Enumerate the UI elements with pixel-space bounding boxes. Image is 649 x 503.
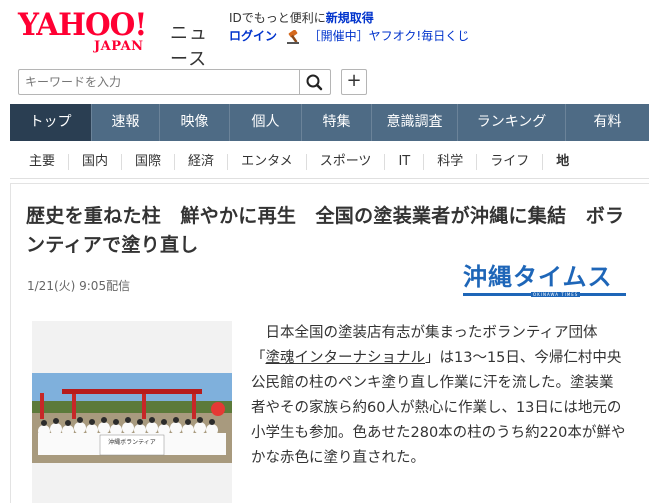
article-container: 歴史を重ねた柱 鮮やかに再生 全国の塗装業者が沖縄に集結 ボランティアで塗り直し…	[10, 183, 649, 503]
yahoo-news-logo[interactable]: YAHOO! JAPAN ニュース	[18, 7, 218, 70]
article-paragraph: 日本全国の塗装店有志が集まったボランティア団体「塗魂インターナショナル」は13～…	[251, 321, 626, 471]
tab-breaking[interactable]: 速報	[92, 104, 160, 141]
category-local[interactable]: 地	[542, 154, 582, 170]
category-sports[interactable]: スポーツ	[305, 154, 385, 170]
tab-top[interactable]: トップ	[10, 104, 92, 141]
category-main[interactable]: 主要	[10, 154, 68, 170]
header-promo: IDでもっと便利に新規取得 ログイン ［開催中］ヤフオク!毎日くじ	[229, 10, 469, 45]
tab-paid[interactable]: 有料	[566, 104, 649, 141]
article-body: 日本全国の塗装店有志が集まったボランティア団体「塗魂インターナショナル」は13～…	[251, 321, 626, 471]
search-button[interactable]	[299, 69, 331, 95]
source-logo[interactable]: 沖縄タイムス OKINAWA TIMES	[463, 262, 626, 300]
main-nav: トップ 速報 映像 個人 特集 意識調査 ランキング 有料	[10, 104, 649, 141]
divider	[10, 178, 649, 179]
category-domestic[interactable]: 国内	[68, 154, 121, 170]
category-life[interactable]: ライフ	[476, 154, 542, 170]
search-input[interactable]	[18, 69, 300, 95]
tab-video[interactable]: 映像	[160, 104, 230, 141]
source-name: 沖縄タイムス	[463, 263, 613, 291]
logo-yahoo-text: YAHOO!	[18, 7, 147, 43]
body-text-2: 」は13～15日、今帰仁村中央公民館の柱のペンキ塗り直し作業に汗を流した。塗装業…	[251, 350, 626, 466]
svg-text:沖縄ボランティア: 沖縄ボランティア	[108, 438, 156, 446]
signup-link[interactable]: 新規取得	[326, 11, 374, 25]
category-world[interactable]: 国際	[121, 154, 174, 170]
group-photo-image: 沖縄ボランティア	[32, 373, 232, 463]
login-link[interactable]: ログイン	[229, 29, 277, 43]
category-nav: 主要 国内 国際 経済 エンタメ スポーツ IT 科学 ライフ 地	[10, 147, 649, 177]
logo-news-text: ニュース	[170, 23, 208, 70]
organization-link[interactable]: 塗魂インターナショナル	[266, 350, 426, 366]
source-sub: OKINAWA TIMES	[531, 292, 581, 297]
category-science[interactable]: 科学	[423, 154, 476, 170]
gavel-icon	[286, 29, 299, 44]
promo-id-text: IDでもっと便利に	[229, 11, 326, 25]
promo-line1: IDでもっと便利に新規取得	[229, 10, 469, 27]
tab-personal[interactable]: 個人	[230, 104, 302, 141]
tab-survey[interactable]: 意識調査	[372, 104, 458, 141]
search-icon	[306, 74, 323, 91]
article-date: 1/21(火) 9:05配信	[27, 279, 131, 293]
article-title: 歴史を重ねた柱 鮮やかに再生 全国の塗装業者が沖縄に集結 ボランティアで塗り直し	[26, 205, 625, 256]
add-button[interactable]: +	[341, 69, 367, 95]
tab-feature[interactable]: 特集	[302, 104, 372, 141]
promo-line2: ログイン ［開催中］ヤフオク!毎日くじ	[229, 28, 469, 45]
category-it[interactable]: IT	[384, 154, 423, 170]
category-economy[interactable]: 経済	[174, 154, 227, 170]
logo-japan-text: JAPAN	[94, 39, 144, 54]
tab-ranking[interactable]: ランキング	[458, 104, 566, 141]
site-header: YAHOO! JAPAN ニュース IDでもっと便利に新規取得 ログイン ［開催…	[0, 0, 649, 70]
article-photo[interactable]: 沖縄ボランティア	[32, 373, 232, 463]
auction-link[interactable]: ［開催中］ヤフオク!毎日くじ	[309, 29, 470, 43]
category-entertainment[interactable]: エンタメ	[227, 154, 306, 170]
article-photo-frame[interactable]: 沖縄ボランティア	[32, 321, 232, 503]
